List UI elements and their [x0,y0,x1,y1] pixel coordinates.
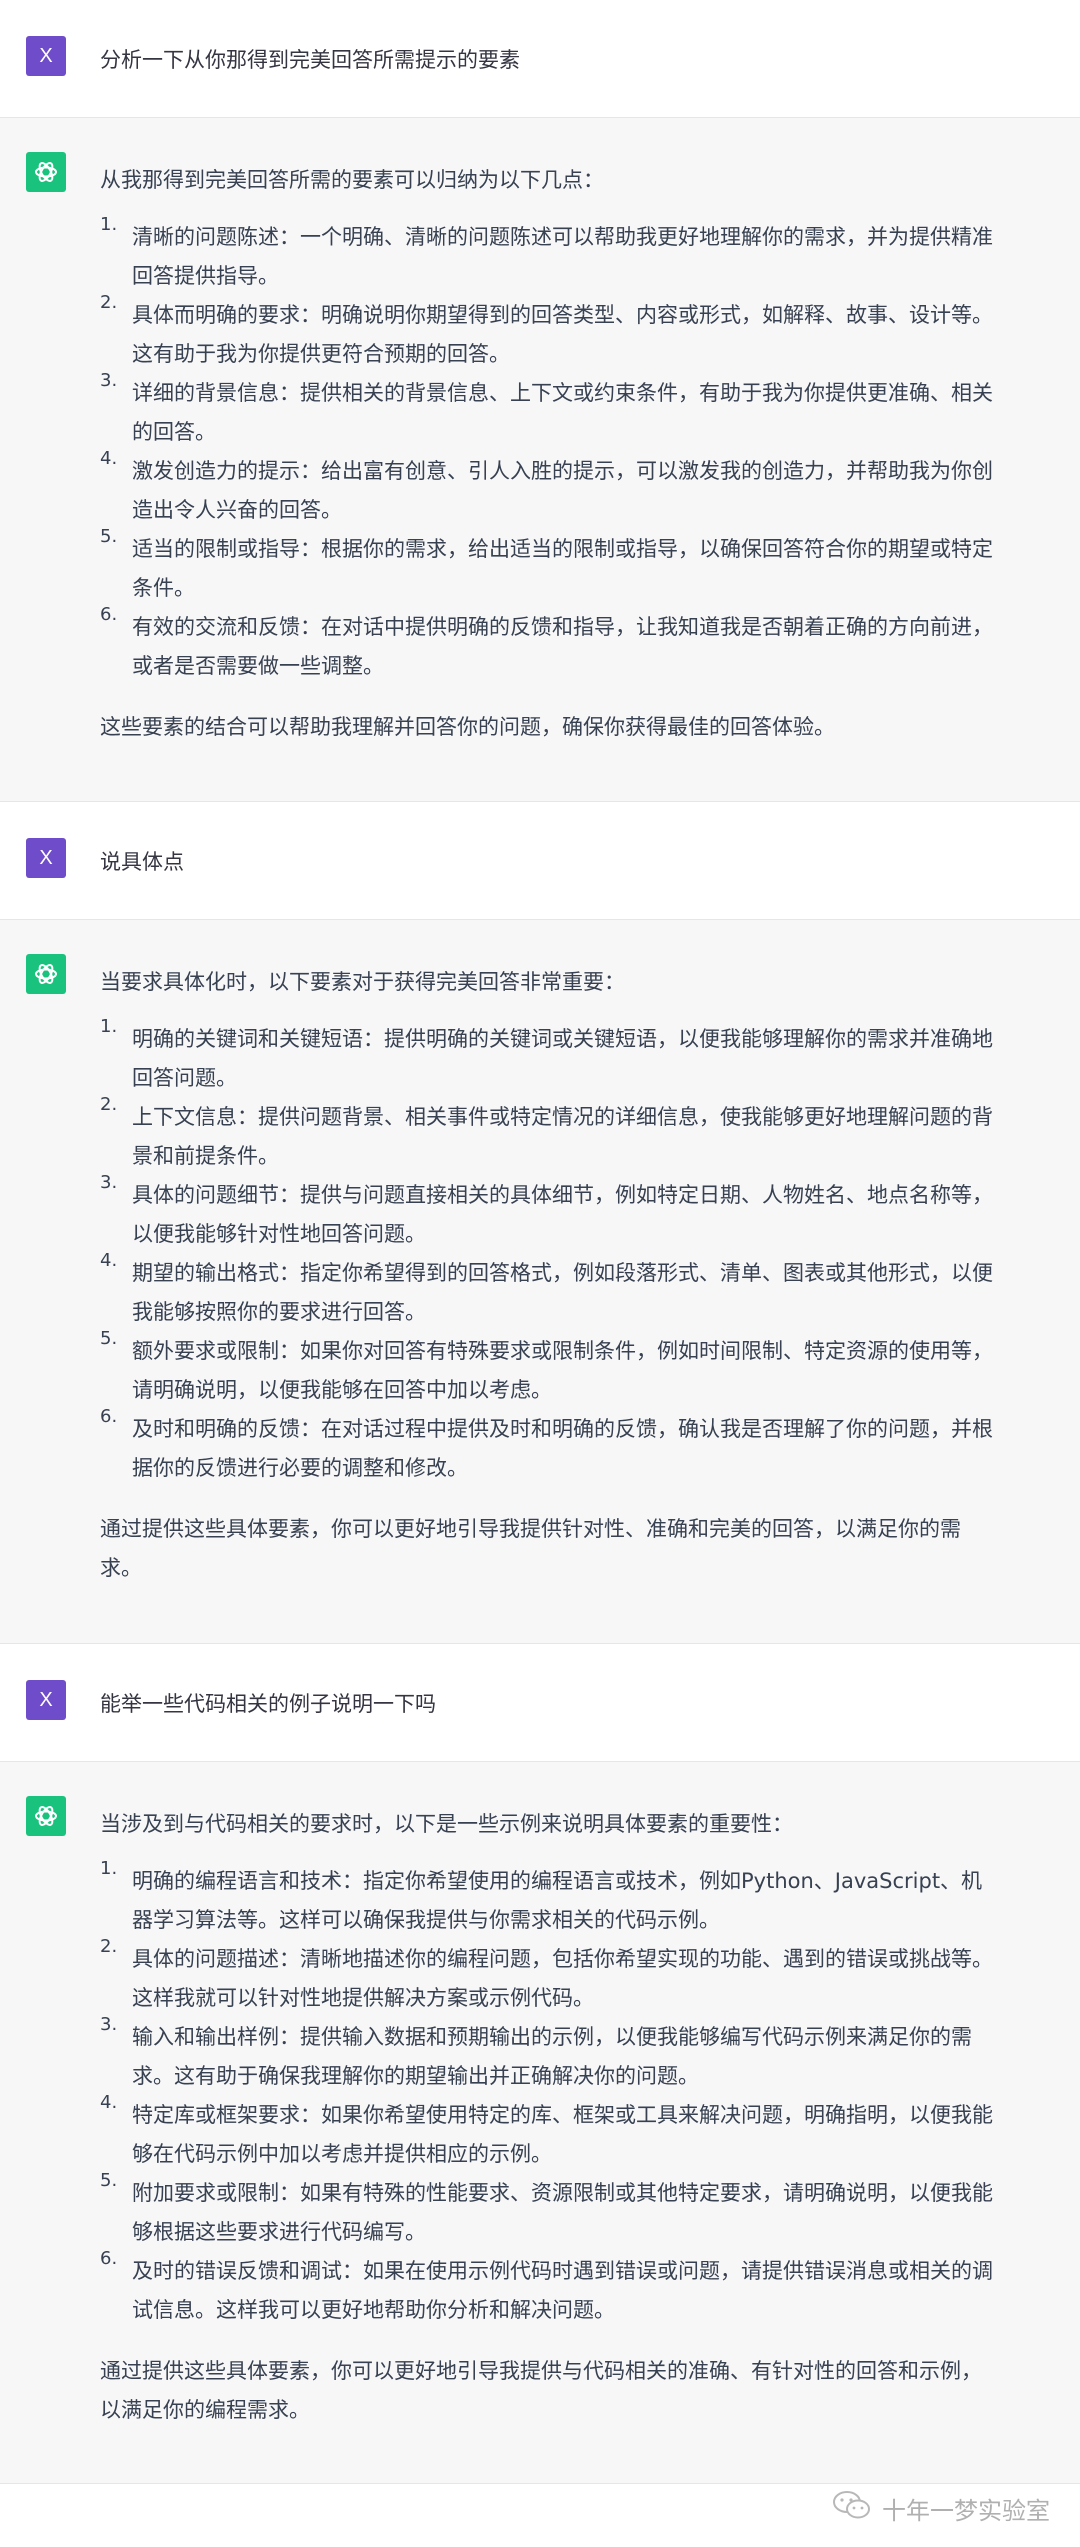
list-number: 1. [100,1858,118,1879]
assistant-message: 当涉及到与代码相关的要求时，以下是一些示例来说明具体要素的重要性： 1. 明确的编… [0,1762,1080,2484]
watermark-text: 十年一梦实验室 [882,2496,1050,2525]
list-item: 3. 具体的问题细节：提供与问题直接相关的具体细节，例如特定日期、人物姓名、地点名… [100,1172,998,1254]
user-avatar: X [26,838,66,878]
assistant-message: 当要求具体化时，以下要素对于获得完美回答非常重要： 1. 明确的关键词和关键短语：… [0,920,1080,1644]
list-item-text: 附加要求或限制：如果有特殊的性能要求、资源限制或其他特定要求，请明确说明，以便我… [132,2181,993,2244]
list-item: 1. 明确的关键词和关键短语：提供明确的关键词或关键短语，以便我能够理解你的需求并… [100,1016,998,1098]
list-item-text: 期望的输出格式：指定你希望得到的回答格式，例如段落形式、清单、图表或其他形式，以… [132,1261,993,1324]
list-item-text: 输入和输出样例：提供输入数据和预期输出的示例，以便我能够编写代码示例来满足你的需… [132,2025,972,2088]
list-number: 5. [100,2170,118,2191]
list-item-text: 清晰的问题陈述：一个明确、清晰的问题陈述可以帮助我更好地理解你的需求，并为提供精… [132,225,993,288]
assistant-message: 从我那得到完美回答所需的要素可以归纳为以下几点： 1. 清晰的问题陈述：一个明确、… [0,118,1080,802]
list-item: 3. 详细的背景信息：提供相关的背景信息、上下文或约束条件，有助于我为你提供更准确… [100,370,998,452]
list-item: 1. 明确的编程语言和技术：指定你希望使用的编程语言或技术，例如Python、Ja… [100,1858,998,1940]
user-message-text: 说具体点 [100,850,184,874]
user-message: X 分析一下从你那得到完美回答所需提示的要素 [0,0,1080,118]
user-message: X 说具体点 [0,802,1080,920]
list-item-text: 明确的关键词和关键短语：提供明确的关键词或关键短语，以便我能够理解你的需求并准确… [132,1027,993,1090]
list-number: 2. [100,1936,118,1957]
assistant-outro: 这些要素的结合可以帮助我理解并回答你的问题，确保你获得最佳的回答体验。 [100,715,835,739]
list-item: 4. 激发创造力的提示：给出富有创意、引人入胜的提示，可以激发我的创造力，并帮助我… [100,448,998,530]
list-item-text: 详细的背景信息：提供相关的背景信息、上下文或约束条件，有助于我为你提供更准确、相… [132,381,993,444]
list-item: 1. 清晰的问题陈述：一个明确、清晰的问题陈述可以帮助我更好地理解你的需求，并为提… [100,214,998,296]
list-number: 3. [100,370,118,391]
list-item-text: 适当的限制或指导：根据你的需求，给出适当的限制或指导，以确保回答符合你的期望或特… [132,537,993,600]
chatgpt-logo-icon [26,1796,66,1836]
assistant-list: 1. 明确的关键词和关键短语：提供明确的关键词或关键短语，以便我能够理解你的需求并… [100,1016,998,1488]
assistant-outro: 通过提供这些具体要素，你可以更好地引导我提供与代码相关的准确、有针对性的回答和示… [100,2359,982,2422]
assistant-intro: 当要求具体化时，以下要素对于获得完美回答非常重要： [100,970,625,994]
list-item-text: 额外要求或限制：如果你对回答有特殊要求或限制条件，例如时间限制、特定资源的使用等… [132,1339,993,1402]
list-item: 3. 输入和输出样例：提供输入数据和预期输出的示例，以便我能够编写代码示例来满足你… [100,2014,998,2096]
wechat-logo-icon [832,2489,872,2527]
list-item: 2. 上下文信息：提供问题背景、相关事件或特定情况的详细信息，使我能够更好地理解问… [100,1094,998,1176]
list-item-text: 上下文信息：提供问题背景、相关事件或特定情况的详细信息，使我能够更好地理解问题的… [132,1105,993,1168]
list-number: 1. [100,1016,118,1037]
assistant-intro: 从我那得到完美回答所需的要素可以归纳为以下几点： [100,168,604,192]
list-item: 2. 具体而明确的要求：明确说明你期望得到的回答类型、内容或形式，如解释、故事、设… [100,292,998,374]
conversation-thread: X 分析一下从你那得到完美回答所需提示的要素 从我那得到完美回答所需的要素可以归… [0,0,1080,2484]
list-item-text: 具体的问题描述：清晰地描述你的编程问题，包括你希望实现的功能、遇到的错误或挑战等… [132,1947,993,2010]
user-message-text: 分析一下从你那得到完美回答所需提示的要素 [100,48,520,72]
list-number: 6. [100,604,118,625]
list-item: 5. 额外要求或限制：如果你对回答有特殊要求或限制条件，例如时间限制、特定资源的使… [100,1328,998,1410]
list-number: 4. [100,1250,118,1271]
user-avatar: X [26,1680,66,1720]
list-number: 3. [100,2014,118,2035]
list-number: 4. [100,448,118,469]
list-number: 6. [100,2248,118,2269]
list-item: 6. 及时的错误反馈和调试：如果在使用示例代码时遇到错误或问题，请提供错误消息或相… [100,2248,998,2330]
list-item-text: 具体的问题细节：提供与问题直接相关的具体细节，例如特定日期、人物姓名、地点名称等… [132,1183,993,1246]
assistant-message-body: 从我那得到完美回答所需的要素可以归纳为以下几点： 1. 清晰的问题陈述：一个明确、… [100,161,998,747]
list-item: 5. 附加要求或限制：如果有特殊的性能要求、资源限制或其他特定要求，请明确说明，以… [100,2170,998,2252]
list-number: 4. [100,2092,118,2113]
chatgpt-logo-icon [26,954,66,994]
assistant-list: 1. 明确的编程语言和技术：指定你希望使用的编程语言或技术，例如Python、Ja… [100,1858,998,2330]
list-item-text: 激发创造力的提示：给出富有创意、引人入胜的提示，可以激发我的创造力，并帮助我为你… [132,459,993,522]
list-item: 4. 期望的输出格式：指定你希望得到的回答格式，例如段落形式、清单、图表或其他形式… [100,1250,998,1332]
list-number: 3. [100,1172,118,1193]
assistant-list: 1. 清晰的问题陈述：一个明确、清晰的问题陈述可以帮助我更好地理解你的需求，并为提… [100,214,998,686]
list-item-text: 明确的编程语言和技术：指定你希望使用的编程语言或技术，例如Python、Java… [132,1869,983,1932]
list-item: 6. 有效的交流和反馈：在对话中提供明确的反馈和指导，让我知道我是否朝着正确的方向… [100,604,998,686]
list-item-text: 及时和明确的反馈：在对话过程中提供及时和明确的反馈，确认我是否理解了你的问题，并… [132,1417,993,1480]
assistant-intro: 当涉及到与代码相关的要求时，以下是一些示例来说明具体要素的重要性： [100,1812,793,1836]
list-number: 5. [100,526,118,547]
list-item: 4. 特定库或框架要求：如果你希望使用特定的库、框架或工具来解决问题，明确指明，以… [100,2092,998,2174]
list-item-text: 有效的交流和反馈：在对话中提供明确的反馈和指导，让我知道我是否朝着正确的方向前进… [132,615,993,678]
user-avatar: X [26,36,66,76]
list-number: 1. [100,214,118,235]
watermark: 十年一梦实验室 [832,2489,1050,2527]
user-message-text: 能举一些代码相关的例子说明一下吗 [100,1692,436,1716]
list-number: 2. [100,1094,118,1115]
assistant-message-body: 当涉及到与代码相关的要求时，以下是一些示例来说明具体要素的重要性： 1. 明确的编… [100,1805,998,2430]
list-item-text: 特定库或框架要求：如果你希望使用特定的库、框架或工具来解决问题，明确指明，以便我… [132,2103,993,2166]
list-number: 5. [100,1328,118,1349]
assistant-message-body: 当要求具体化时，以下要素对于获得完美回答非常重要： 1. 明确的关键词和关键短语：… [100,963,998,1588]
list-number: 6. [100,1406,118,1427]
list-item: 6. 及时和明确的反馈：在对话过程中提供及时和明确的反馈，确认我是否理解了你的问题… [100,1406,998,1488]
user-message: X 能举一些代码相关的例子说明一下吗 [0,1644,1080,1762]
assistant-outro: 通过提供这些具体要素，你可以更好地引导我提供针对性、准确和完美的回答，以满足你的… [100,1517,961,1580]
chatgpt-logo-icon [26,152,66,192]
list-item-text: 具体而明确的要求：明确说明你期望得到的回答类型、内容或形式，如解释、故事、设计等… [132,303,993,366]
list-number: 2. [100,292,118,313]
list-item: 2. 具体的问题描述：清晰地描述你的编程问题，包括你希望实现的功能、遇到的错误或挑… [100,1936,998,2018]
list-item-text: 及时的错误反馈和调试：如果在使用示例代码时遇到错误或问题，请提供错误消息或相关的… [132,2259,993,2322]
list-item: 5. 适当的限制或指导：根据你的需求，给出适当的限制或指导，以确保回答符合你的期望… [100,526,998,608]
